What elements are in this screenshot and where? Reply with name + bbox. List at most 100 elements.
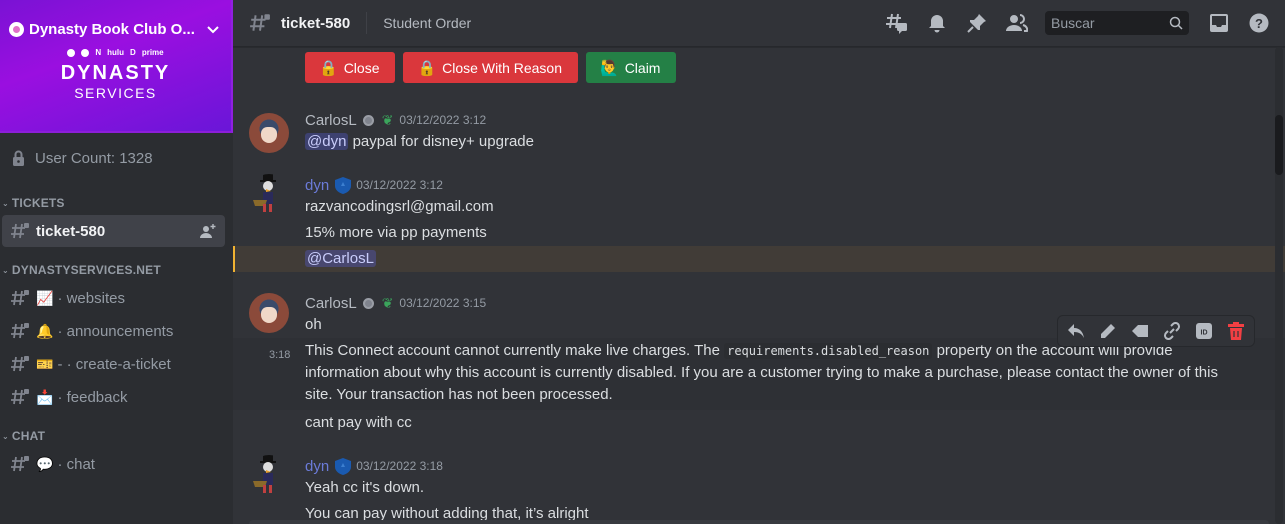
- netflix-logo-icon: N: [95, 48, 102, 57]
- id-icon[interactable]: ID: [1192, 319, 1216, 343]
- banner-subtitle: SERVICES: [74, 85, 157, 101]
- message-content: cant pay with cc: [305, 414, 412, 431]
- speech-bubble-emoji-icon: 💬: [36, 455, 54, 472]
- envelope-emoji-icon: 📩: [36, 388, 54, 405]
- pin-icon[interactable]: [957, 11, 997, 35]
- header-divider: [366, 12, 368, 34]
- timestamp: 03/12/2022 3:15: [399, 296, 487, 310]
- channel-create-a-ticket[interactable]: 🎫 - · create-a-ticket: [2, 348, 225, 380]
- user-mention[interactable]: @CarlosL: [305, 250, 376, 267]
- ticket-action-buttons: 🔒 Close 🔒 Close With Reason 🙋‍♂️ Claim: [233, 47, 1285, 89]
- server-badge-icon: [9, 21, 24, 37]
- link-icon[interactable]: [1160, 319, 1184, 343]
- username[interactable]: dyn: [305, 458, 329, 475]
- message-header: dyn 03/12/2022 3:18: [305, 455, 1285, 477]
- category-label: CHAT: [11, 429, 46, 443]
- user-count-channel[interactable]: User Count: 1328: [0, 133, 233, 183]
- hover-timestamp: 3:18: [269, 349, 291, 361]
- message-action-bar: ID: [1057, 315, 1255, 347]
- search-box[interactable]: [1045, 11, 1189, 35]
- server-name: Dynasty Book Club O...: [29, 20, 195, 38]
- username[interactable]: CarlosL: [305, 112, 357, 129]
- channel-feedback[interactable]: 📩 · feedback: [2, 381, 225, 413]
- message-composer-edge: [249, 520, 1269, 524]
- spotify-logo-icon: [67, 48, 76, 57]
- sprout-badge-icon: ❦: [381, 111, 394, 128]
- channel-chat[interactable]: 💬 · chat: [2, 448, 225, 480]
- avatar[interactable]: [249, 113, 289, 153]
- svg-text:?: ?: [1255, 16, 1263, 31]
- lock-emoji-icon: 🔒: [319, 59, 338, 77]
- claim-ticket-button[interactable]: 🙋‍♂️ Claim: [586, 52, 677, 83]
- message-list[interactable]: 🔒 Close 🔒 Close With Reason 🙋‍♂️ Claim C…: [233, 47, 1285, 524]
- threads-icon[interactable]: [877, 11, 917, 35]
- channel-sidebar: Dynasty Book Club O... N hulu D prime DY…: [0, 0, 233, 524]
- reply-icon[interactable]: [1064, 319, 1088, 343]
- message-group: dyn 03/12/2022 3:18 Yeah cc it's down. Y…: [233, 455, 1285, 524]
- bell-icon[interactable]: [917, 11, 957, 35]
- sprout-badge-icon: ❦: [381, 294, 394, 311]
- timestamp: 03/12/2022 3:18: [356, 459, 443, 473]
- shield-badge-icon: [335, 176, 352, 194]
- message-header: dyn 03/12/2022 3:12: [305, 174, 1285, 196]
- message-group: CarlosL ❦ 03/12/2022 3:15 oh 3:18 This C…: [233, 292, 1285, 436]
- status-dot-icon: [362, 297, 374, 309]
- close-with-reason-button[interactable]: 🔒 Close With Reason: [403, 52, 578, 83]
- status-dot-icon: [362, 114, 374, 126]
- channel-websites[interactable]: 📈 · websites: [2, 282, 225, 314]
- delete-icon[interactable]: [1224, 319, 1248, 343]
- channel-ticket-580[interactable]: ticket-580: [2, 215, 225, 247]
- hulu-logo-icon: hulu: [107, 48, 125, 57]
- message-header: CarlosL ❦ 03/12/2022 3:15: [305, 292, 1285, 314]
- avatar[interactable]: [249, 455, 289, 495]
- locked-hash-icon: [11, 290, 29, 306]
- username[interactable]: dyn: [305, 177, 329, 194]
- server-banner[interactable]: Dynasty Book Club O... N hulu D prime DY…: [0, 0, 233, 133]
- message-header: CarlosL ❦ 03/12/2022 3:12: [305, 109, 1285, 131]
- close-ticket-button[interactable]: 🔒 Close: [305, 52, 396, 83]
- category-tickets[interactable]: ⌄ TICKETS: [0, 192, 233, 214]
- message-text: paypal for disney+ upgrade: [348, 133, 534, 150]
- locked-hash-icon: [11, 389, 29, 405]
- locked-hash-icon: [11, 456, 29, 472]
- channel-name: · websites: [57, 289, 125, 307]
- header-toolbar: ?: [877, 11, 1285, 35]
- avatar[interactable]: [249, 293, 289, 333]
- edit-icon[interactable]: [1096, 319, 1120, 343]
- chevron-down-icon[interactable]: [205, 22, 221, 37]
- prime-logo-icon: prime: [141, 48, 164, 57]
- disney-logo-icon: D: [130, 48, 136, 57]
- members-icon[interactable]: [997, 11, 1037, 35]
- scrollbar-thumb[interactable]: [1275, 115, 1283, 175]
- inline-code: requirements.disabled_reason: [724, 343, 933, 359]
- channel-name: · chat: [57, 455, 95, 473]
- inbox-icon[interactable]: [1199, 11, 1239, 35]
- avatar[interactable]: [249, 174, 289, 214]
- channel-name: · announcements: [57, 322, 174, 340]
- category-chat[interactable]: ⌄ CHAT: [0, 425, 233, 447]
- search-icon: [1169, 16, 1183, 30]
- caret-icon: ⌄: [2, 265, 9, 275]
- user-count-label: User Count: 1328: [35, 149, 153, 167]
- banner-title: DYNASTY: [60, 62, 171, 84]
- server-header[interactable]: Dynasty Book Club O...: [0, 0, 231, 44]
- button-label: Close With Reason: [442, 59, 562, 76]
- lock-icon: [13, 150, 24, 166]
- discord-app: Dynasty Book Club O... N hulu D prime DY…: [0, 0, 1285, 524]
- svg-text:ID: ID: [1201, 330, 1208, 337]
- locked-hash-icon: [250, 14, 270, 31]
- add-member-icon[interactable]: [199, 223, 217, 239]
- tag-icon[interactable]: [1128, 319, 1152, 343]
- category-dynastyservices[interactable]: ⌄ DYNASTYSERVICES.NET: [0, 259, 233, 281]
- channel-topic[interactable]: Student Order: [383, 15, 877, 31]
- message-group: CarlosL ❦ 03/12/2022 3:12 @dyn paypal fo…: [233, 109, 1285, 153]
- caret-icon: ⌄: [2, 198, 9, 208]
- channel-announcements[interactable]: 🔔 · announcements: [2, 315, 225, 347]
- username[interactable]: CarlosL: [305, 295, 357, 312]
- ticket-emoji-icon: 🎫: [36, 355, 54, 372]
- message-content-hovered: 3:18 This Connect account cannot current…: [233, 338, 1285, 410]
- caret-icon: ⌄: [2, 431, 9, 441]
- user-mention[interactable]: @dyn: [305, 133, 349, 150]
- help-icon[interactable]: ?: [1239, 11, 1279, 35]
- search-input[interactable]: [1051, 15, 1169, 31]
